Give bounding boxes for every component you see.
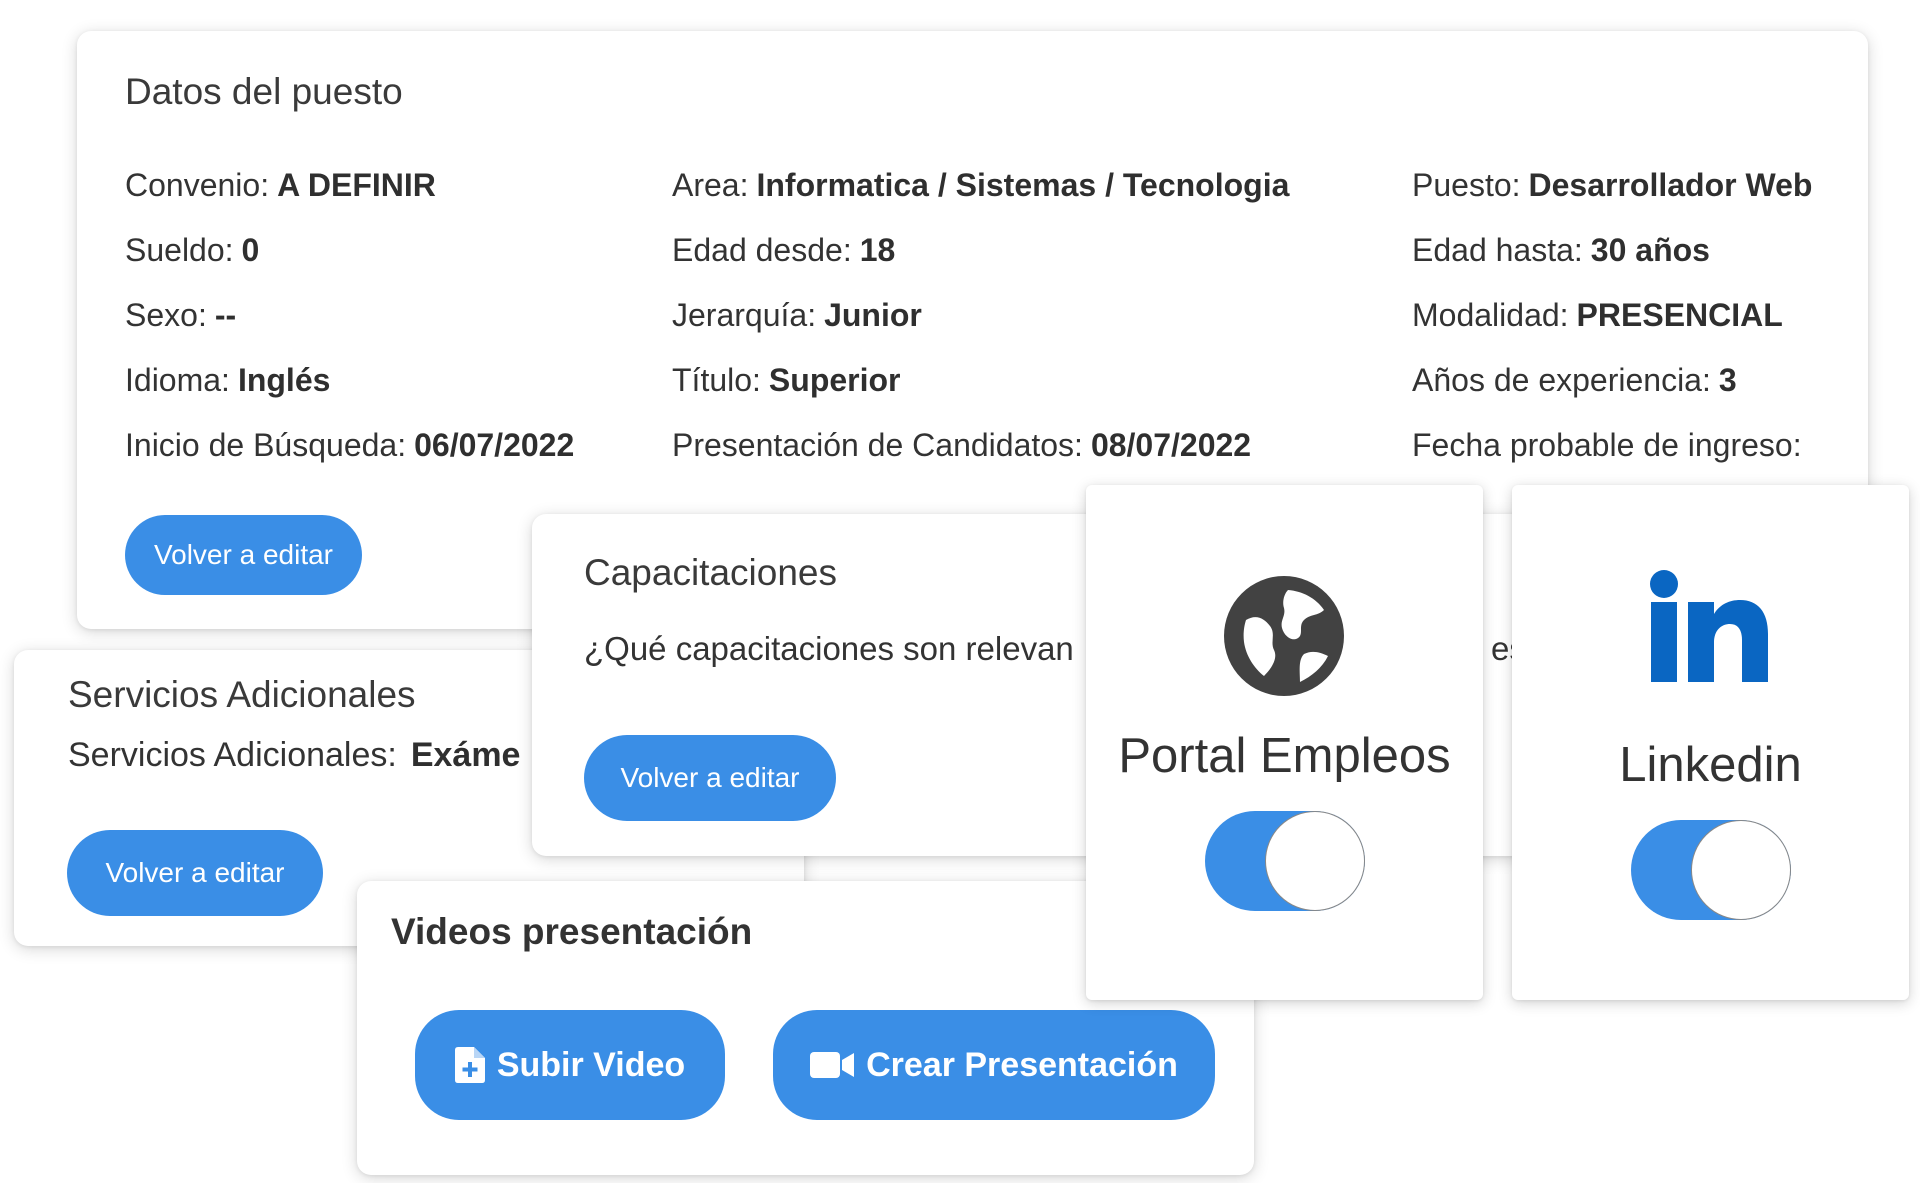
capacitaciones-title: Capacitaciones: [584, 552, 837, 593]
field-value: --: [214, 297, 237, 333]
field-label: Presentación de Candidatos:: [672, 427, 1083, 463]
field-inicio-busqueda: Inicio de Búsqueda: 06/07/2022: [125, 413, 574, 478]
field-value: 0: [241, 232, 260, 268]
servicios-line: Servicios Adicionales: Exáme: [68, 736, 520, 775]
servicios-edit-button[interactable]: Volver a editar: [67, 830, 323, 916]
portal-empleos-card: Portal Empleos: [1086, 485, 1483, 1000]
field-area: Area: Informatica / Sistemas / Tecnologia: [672, 153, 1289, 218]
field-value: 18: [859, 232, 896, 268]
datos-edit-button[interactable]: Volver a editar: [125, 515, 362, 595]
field-label: Sexo:: [125, 297, 207, 333]
datos-column-2: Area: Informatica / Sistemas / Tecnologia…: [672, 153, 1289, 478]
field-label: Puesto:: [1412, 167, 1521, 203]
field-idioma: Idioma: Inglés: [125, 348, 574, 413]
videos-title: Videos presentación: [391, 911, 753, 952]
globe-icon: [1224, 576, 1344, 696]
video-camera-icon: [810, 1050, 855, 1080]
field-modalidad: Modalidad: PRESENCIAL: [1412, 283, 1812, 348]
field-label: Convenio:: [125, 167, 270, 203]
upload-video-button[interactable]: Subir Video: [415, 1010, 725, 1120]
field-value: Junior: [824, 297, 922, 333]
field-value: Inglés: [237, 362, 331, 398]
field-label: Años de experiencia:: [1412, 362, 1711, 398]
linkedin-card: Linkedin: [1512, 485, 1909, 1000]
field-sexo: Sexo: --: [125, 283, 574, 348]
field-convenio: Convenio: A DEFINIR: [125, 153, 574, 218]
upload-video-label: Subir Video: [496, 1045, 686, 1084]
field-fecha-ingreso: Fecha probable de ingreso:: [1412, 413, 1812, 478]
field-anios-experiencia: Años de experiencia: 3: [1412, 348, 1812, 413]
field-label: Area:: [672, 167, 749, 203]
servicios-title: Servicios Adicionales: [68, 674, 416, 715]
field-label: Jerarquía:: [672, 297, 817, 333]
datos-title: Datos del puesto: [125, 71, 403, 112]
field-label: Inicio de Búsqueda:: [125, 427, 407, 463]
field-label: Edad hasta:: [1412, 232, 1583, 268]
datos-column-1: Convenio: A DEFINIR Sueldo: 0 Sexo: -- Idio…: [125, 153, 574, 478]
field-label: Fecha probable de ingreso:: [1412, 427, 1802, 463]
field-value: A DEFINIR: [277, 167, 436, 203]
field-edad-hasta: Edad hasta: 30 años: [1412, 218, 1812, 283]
field-titulo: Título: Superior: [672, 348, 1289, 413]
servicios-label: Servicios Adicionales:: [68, 736, 397, 774]
field-value: 30 años: [1590, 232, 1710, 268]
portal-empleos-toggle[interactable]: [1205, 811, 1365, 911]
field-value: Superior: [768, 362, 901, 398]
servicios-value: Exáme: [410, 736, 521, 774]
datos-column-3: Puesto: Desarrollador Web Edad hasta: 30 a…: [1412, 153, 1812, 478]
field-label: Idioma:: [125, 362, 230, 398]
field-label: Título:: [672, 362, 761, 398]
capacitaciones-question-text: ¿Qué capacitaciones son relevan: [584, 630, 1074, 667]
field-value: 06/07/2022: [414, 427, 575, 463]
capacitaciones-question: ¿Qué capacitaciones son relevan es: [584, 630, 1526, 668]
toggle-knob: [1691, 820, 1791, 920]
toggle-knob: [1265, 811, 1365, 911]
field-value: PRESENCIAL: [1576, 297, 1783, 333]
portal-empleos-label: Portal Empleos: [1118, 729, 1451, 783]
field-presentacion-candidatos: Presentación de Candidatos: 08/07/2022: [672, 413, 1289, 478]
create-presentation-label: Crear Presentación: [866, 1045, 1178, 1084]
linkedin-toggle[interactable]: [1631, 820, 1791, 920]
linkedin-label: Linkedin: [1619, 738, 1802, 792]
field-puesto: Puesto: Desarrollador Web: [1412, 153, 1812, 218]
field-value: Informatica / Sistemas / Tecnologia: [756, 167, 1290, 203]
field-value: 3: [1718, 362, 1737, 398]
field-value: Desarrollador Web: [1528, 167, 1813, 203]
field-value: 08/07/2022: [1090, 427, 1252, 463]
field-label: Sueldo:: [125, 232, 234, 268]
field-jerarquia: Jerarquía: Junior: [672, 283, 1289, 348]
field-label: Modalidad:: [1412, 297, 1569, 333]
linkedin-icon: [1650, 570, 1770, 690]
create-presentation-button[interactable]: Crear Presentación: [773, 1010, 1215, 1120]
field-edad-desde: Edad desde: 18: [672, 218, 1289, 283]
field-sueldo: Sueldo: 0: [125, 218, 574, 283]
field-label: Edad desde:: [672, 232, 852, 268]
capacitaciones-edit-button[interactable]: Volver a editar: [584, 735, 836, 821]
file-upload-icon: [454, 1047, 485, 1083]
